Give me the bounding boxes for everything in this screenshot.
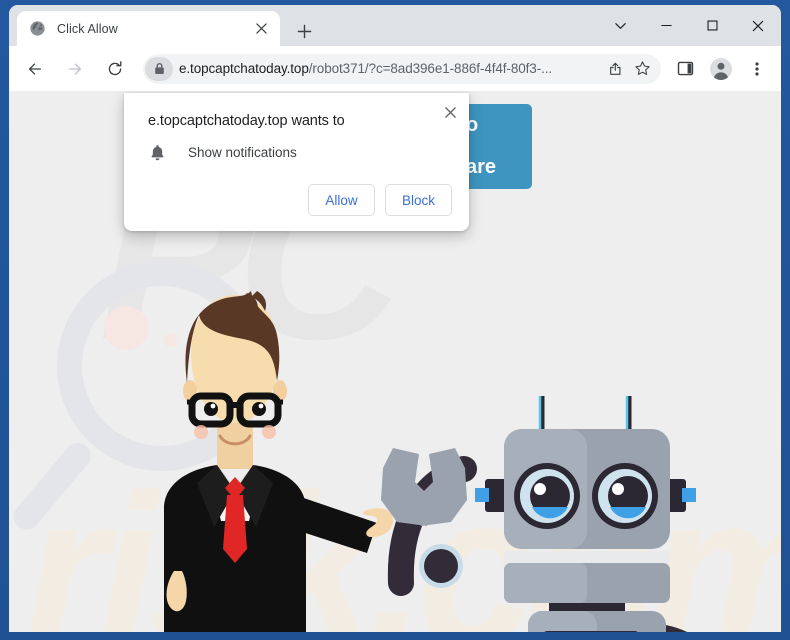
reload-button[interactable] bbox=[98, 52, 132, 86]
cta-line-2: are bbox=[466, 156, 497, 178]
address-bar[interactable]: e.topcaptchatoday.top/robot371/?c=8ad396… bbox=[143, 53, 661, 84]
back-button[interactable] bbox=[18, 52, 52, 86]
browser-tab[interactable]: Click Allow bbox=[17, 11, 280, 46]
permission-label: Show notifications bbox=[188, 145, 297, 160]
browser-window: Click Allow e.topcaptchatoday.top/robot3… bbox=[0, 0, 790, 640]
side-panel-icon[interactable] bbox=[669, 53, 701, 85]
dialog-title: e.topcaptchatoday.top wants to bbox=[148, 113, 345, 129]
page-content: PC risk.com o are e.topcaptchatoday.top … bbox=[9, 91, 781, 632]
permission-row: Show notifications bbox=[148, 143, 297, 162]
url-host: e.topcaptchatoday.top bbox=[179, 61, 309, 76]
cta-line-1: o bbox=[466, 114, 479, 136]
businessman-presenter-illustration bbox=[164, 291, 393, 632]
close-icon[interactable] bbox=[251, 18, 272, 39]
minimize-button[interactable] bbox=[643, 5, 689, 46]
browser-window-inner: Click Allow e.topcaptchatoday.top/robot3… bbox=[9, 5, 781, 632]
new-tab-button[interactable] bbox=[290, 17, 318, 45]
page-viewport: PC risk.com o are e.topcaptchatoday.top … bbox=[9, 91, 781, 632]
star-icon[interactable] bbox=[629, 56, 655, 82]
notification-permission-dialog: e.topcaptchatoday.top wants to Show noti… bbox=[124, 93, 469, 231]
tab-title: Click Allow bbox=[57, 21, 118, 36]
forward-button bbox=[58, 52, 92, 86]
block-button[interactable]: Block bbox=[385, 184, 452, 216]
lock-icon[interactable] bbox=[145, 56, 173, 81]
dialog-actions: Allow Block bbox=[308, 184, 452, 216]
robot-illustration bbox=[381, 396, 696, 632]
maximize-button[interactable] bbox=[689, 5, 735, 46]
allow-button[interactable]: Allow bbox=[308, 184, 375, 216]
close-icon[interactable] bbox=[438, 100, 462, 124]
profile-avatar-icon[interactable] bbox=[705, 53, 737, 85]
bell-icon bbox=[148, 143, 167, 162]
close-window-button[interactable] bbox=[735, 5, 781, 46]
url-path: /robot371/?c=8ad396e1-886f-4f4f-80f3-... bbox=[308, 61, 553, 76]
window-controls bbox=[597, 5, 781, 46]
share-icon[interactable] bbox=[603, 56, 629, 82]
tab-strip: Click Allow bbox=[9, 5, 781, 46]
three-dot-menu-icon[interactable] bbox=[741, 53, 773, 85]
globe-icon bbox=[29, 20, 46, 37]
cta-button[interactable]: o are bbox=[464, 104, 532, 189]
tab-search-button[interactable] bbox=[597, 5, 643, 46]
url-text[interactable]: e.topcaptchatoday.top/robot371/?c=8ad396… bbox=[179, 61, 603, 76]
browser-toolbar: e.topcaptchatoday.top/robot371/?c=8ad396… bbox=[9, 46, 781, 91]
